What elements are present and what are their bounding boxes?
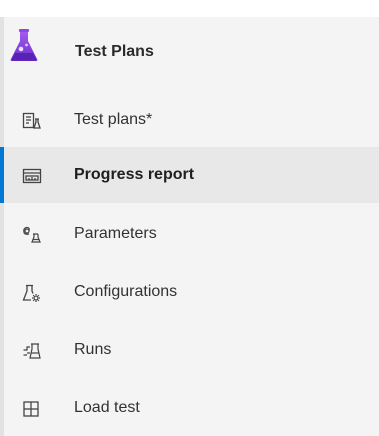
sidebar: Test Plans Test plans* Progress report P… [0, 17, 379, 436]
progress-report-icon [22, 167, 42, 185]
sidebar-item-parameters[interactable]: Parameters [4, 206, 379, 262]
sidebar-item-progress-report[interactable]: Progress report [0, 147, 379, 203]
load-test-icon [22, 400, 42, 418]
app-window: Test Plans Test plans* Progress report P… [0, 0, 379, 436]
sidebar-item-test-plans[interactable]: Test plans* [4, 92, 379, 148]
sidebar-item-configurations[interactable]: Configurations [4, 264, 379, 320]
selection-indicator [0, 147, 4, 203]
sidebar-item-load-test[interactable]: Load test [4, 380, 379, 436]
page-title: Test Plans [75, 43, 154, 60]
sidebar-item-label: Progress report [74, 166, 195, 183]
sidebar-item-runs[interactable]: Runs [4, 322, 379, 378]
test-plans-icon [22, 112, 42, 130]
runs-icon [22, 342, 42, 360]
sidebar-header[interactable]: Test Plans [4, 17, 379, 86]
configurations-icon [22, 284, 42, 302]
sidebar-item-label: Parameters [74, 225, 157, 242]
sidebar-item-label: Test plans* [74, 111, 153, 128]
sidebar-item-label: Load test [74, 399, 140, 416]
parameters-icon [22, 226, 42, 244]
beaker-icon [8, 27, 40, 63]
sidebar-item-label: Runs [74, 341, 112, 358]
sidebar-item-label: Configurations [74, 283, 178, 300]
